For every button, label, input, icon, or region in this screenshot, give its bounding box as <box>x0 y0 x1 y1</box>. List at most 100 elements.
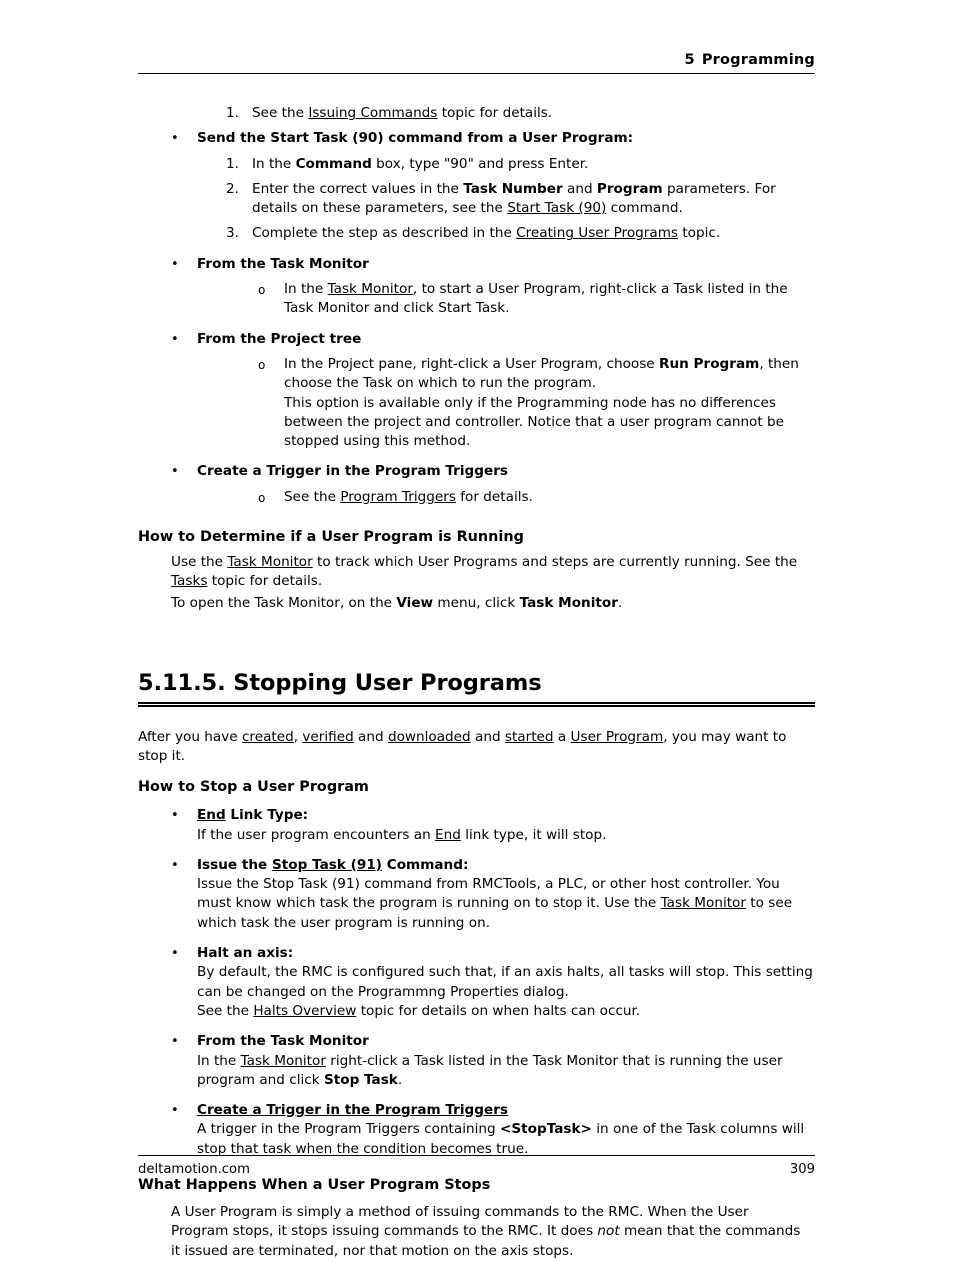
paragraph-what-happens: A User Program is simply a method of iss… <box>171 1203 806 1261</box>
footer-row: deltamotion.com 309 <box>138 1162 815 1178</box>
text-fragment: topic for details. <box>437 105 553 121</box>
link-user-program[interactable]: User Program <box>571 729 664 745</box>
page-header: 5 Programming <box>138 52 815 74</box>
bullet-content: Issue the Stop Task (91) Command: Issue t… <box>197 856 818 933</box>
bullet-icon: • <box>171 1103 179 1119</box>
bullet-issue-stop-task: • Issue the Stop Task (91) Command: Issue… <box>171 856 818 933</box>
bullet-label: Command: <box>382 856 469 873</box>
link-downloaded[interactable]: downloaded <box>388 729 471 745</box>
text-fragment: If the user program encounters an <box>197 826 436 843</box>
bullet-content: From the Task Monitor In the Task Monitor… <box>197 1032 818 1090</box>
bullet-icon: • <box>171 857 179 873</box>
text-fragment: In the <box>284 281 328 298</box>
sub-list-item-text: See the Program Triggers for details. <box>284 488 818 507</box>
link-issuing-commands[interactable]: Issuing Commands <box>308 105 437 121</box>
list-item: 1. In the Command box, type "90" and pre… <box>226 155 818 174</box>
bullet-label: From the Project tree <box>197 330 362 347</box>
emphasis-not: not <box>597 1223 620 1240</box>
bullet-from-project-tree: • From the Project tree <box>171 330 818 349</box>
circle-bullet-icon: o <box>258 357 266 372</box>
text-fragment: To open the Task Monitor, on the <box>171 595 397 612</box>
document-page: 5 Programming 1. See the Issuing Commands… <box>0 0 954 1259</box>
text-fragment: After you have <box>138 728 242 745</box>
link-started[interactable]: started <box>505 729 554 745</box>
link-task-monitor[interactable]: Task Monitor <box>328 281 413 297</box>
sub-list-item-text: In the Project pane, right-click a User … <box>284 355 818 451</box>
paragraph-open-task-monitor: To open the Task Monitor, on the View me… <box>171 594 806 613</box>
text-fragment: . <box>397 1071 403 1088</box>
text-fragment: command. <box>606 200 683 217</box>
list-marker: 3. <box>226 225 239 242</box>
subheading-determine-running: How to Determine if a User Program is Ru… <box>138 528 524 545</box>
sub-list-item: o In the Project pane, right-click a Use… <box>258 355 818 451</box>
link-end[interactable]: End <box>197 807 226 823</box>
bullet-icon: • <box>171 946 179 962</box>
list-item: 3. Complete the step as described in the… <box>226 224 818 243</box>
bullet-send-start-task: • Send the Start Task (90) command from … <box>171 129 818 148</box>
link-program-triggers[interactable]: Program Triggers <box>340 489 456 505</box>
text-fragment: topic. <box>678 225 721 242</box>
link-tasks[interactable]: Tasks <box>171 573 207 589</box>
link-task-monitor[interactable]: Task Monitor <box>661 895 746 911</box>
footer-site-url[interactable]: deltamotion.com <box>138 1162 250 1178</box>
header-chapter-title: 5 Programming <box>138 52 815 69</box>
page-footer: deltamotion.com 309 <box>138 1155 815 1178</box>
link-task-monitor[interactable]: Task Monitor <box>241 1053 326 1069</box>
link-create-trigger-program-triggers[interactable]: Create a Trigger in the Program Triggers <box>197 1102 508 1118</box>
section-heading-stopping-user-programs: 5.11.5. Stopping User Programs <box>138 669 542 696</box>
circle-bullet-icon: o <box>258 490 266 505</box>
ui-label-command: Command <box>295 155 372 172</box>
link-creating-user-programs[interactable]: Creating User Programs <box>516 225 678 241</box>
text-fragment: topic for details. <box>207 573 323 590</box>
text-fragment: and <box>353 728 388 745</box>
link-verified[interactable]: verified <box>302 729 353 745</box>
header-divider <box>138 73 815 74</box>
ui-label-program: Program <box>596 180 663 197</box>
text-fragment: In the <box>252 155 296 172</box>
link-created[interactable]: created <box>242 729 294 745</box>
ui-label-run-program: Run Program <box>658 355 760 372</box>
subheading-what-happens: What Happens When a User Program Stops <box>138 1176 491 1193</box>
text-fragment: topic for details on when halts can occu… <box>356 1002 641 1019</box>
text-fragment: Complete the step as described in the <box>252 225 517 242</box>
bullet-label: Link Type: <box>225 807 309 824</box>
bullet-icon: • <box>171 256 179 272</box>
paragraph-use-task-monitor: Use the Task Monitor to track which User… <box>171 553 806 592</box>
text-fragment: menu, click <box>433 595 520 612</box>
footer-page-number: 309 <box>789 1162 815 1177</box>
list-item-text: In the Command box, type "90" and press … <box>252 155 818 174</box>
bullet-create-trigger-stop: • Create a Trigger in the Program Trigge… <box>171 1101 818 1159</box>
bullet-icon: • <box>171 131 179 147</box>
link-start-task-90[interactable]: Start Task (90) <box>507 200 606 216</box>
header-chapter-number: 5 <box>684 52 695 68</box>
text-fragment: In the <box>197 1052 241 1069</box>
text-fragment: box, type "90" and press Enter. <box>371 155 589 172</box>
link-halts-overview[interactable]: Halts Overview <box>253 1003 356 1019</box>
menu-item-task-monitor: Task Monitor <box>519 595 618 612</box>
sub-list-item: o See the Program Triggers for details. <box>258 488 818 508</box>
list-marker: 2. <box>226 180 239 197</box>
sub-list-item: o In the Task Monitor, to start a User P… <box>258 280 818 319</box>
bullet-content: End Link Type: If the user program encoun… <box>197 806 818 845</box>
bullet-icon: • <box>171 1034 179 1050</box>
bullet-label: From the Task Monitor <box>197 255 369 272</box>
bullet-label: Send the Start Task (90) command from a … <box>197 130 634 147</box>
link-stop-task-91[interactable]: Stop Task (91) <box>272 857 382 873</box>
text-fragment: to track which User Programs and steps a… <box>312 553 798 570</box>
text-fragment: . <box>617 595 623 612</box>
link-end[interactable]: End <box>435 827 461 843</box>
text-fragment: Use the <box>171 553 228 570</box>
page-content: 1. See the Issuing Commands topic for de… <box>138 104 818 1261</box>
text-fragment: By default, the RMC is configured such t… <box>197 964 813 1000</box>
link-task-monitor[interactable]: Task Monitor <box>227 554 312 570</box>
bullet-halt-an-axis: • Halt an axis: By default, the RMC is co… <box>171 944 818 1021</box>
text-fragment: In the Project pane, right-click a User … <box>284 355 659 372</box>
list-marker: 1. <box>226 155 239 172</box>
text-fragment: for details. <box>455 488 533 505</box>
bullet-create-trigger: • Create a Trigger in the Program Trigge… <box>171 462 818 481</box>
list-item-text: Enter the correct values in the Task Num… <box>252 180 818 219</box>
sub-list-item-text: In the Task Monitor, to start a User Pro… <box>284 280 818 319</box>
bullet-label: From the Task Monitor <box>197 1033 369 1050</box>
text-fragment: A trigger in the Program Triggers contai… <box>197 1121 500 1138</box>
text-fragment: See the <box>197 1002 254 1019</box>
